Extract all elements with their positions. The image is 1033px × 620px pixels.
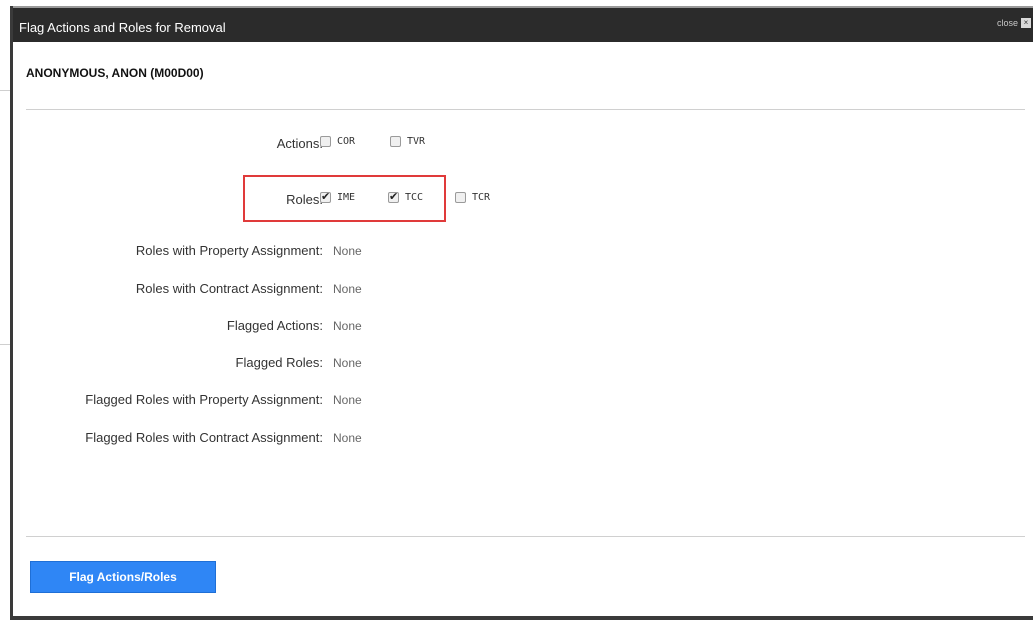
detail-value: None xyxy=(333,393,362,407)
detail-value: None xyxy=(333,356,362,370)
backdrop-divider xyxy=(0,90,10,91)
detail-value: None xyxy=(333,431,362,445)
checkbox-cor[interactable] xyxy=(320,136,331,147)
user-name: ANONYMOUS, ANON (M00D00) xyxy=(26,66,204,80)
action-code-cor[interactable]: COR xyxy=(337,136,355,147)
role-option-tcr[interactable]: TCR xyxy=(455,192,490,203)
detail-label: Flagged Roles with Property Assignment: xyxy=(85,392,323,407)
roles-label: Roles: xyxy=(286,192,323,207)
divider xyxy=(26,109,1025,110)
detail-value: None xyxy=(333,319,362,333)
close-button[interactable]: close × xyxy=(997,18,1031,28)
detail-label: Roles with Contract Assignment: xyxy=(135,281,323,296)
flag-actions-roles-button[interactable]: Flag Actions/Roles xyxy=(30,561,216,593)
actions-label: Actions: xyxy=(276,136,323,151)
close-icon[interactable]: × xyxy=(1021,18,1031,28)
dialog-title: Flag Actions and Roles for Removal xyxy=(19,20,226,35)
divider xyxy=(26,536,1025,537)
action-code-tvr[interactable]: TVR xyxy=(407,136,425,147)
detail-label: Flagged Actions: xyxy=(226,318,323,333)
role-code-ime[interactable]: IME xyxy=(337,192,355,203)
detail-value: None xyxy=(333,282,362,296)
flag-removal-dialog: Flag Actions and Roles for Removal close… xyxy=(10,6,1033,620)
backdrop-divider xyxy=(0,344,10,345)
detail-label: Roles with Property Assignment: xyxy=(135,243,323,258)
checkbox-ime[interactable] xyxy=(320,190,331,203)
action-option-tvr[interactable]: TVR xyxy=(390,136,425,147)
detail-label: Flagged Roles with Contract Assignment: xyxy=(85,430,323,445)
role-code-tcr[interactable]: TCR xyxy=(472,192,490,203)
role-code-tcc[interactable]: TCC xyxy=(405,192,423,203)
checkbox-tcr[interactable] xyxy=(455,192,466,203)
role-option-ime[interactable]: IME xyxy=(320,190,355,203)
checkbox-tcc[interactable] xyxy=(388,190,399,203)
action-option-cor[interactable]: COR xyxy=(320,136,355,147)
checkbox-tvr[interactable] xyxy=(390,136,401,147)
dialog-titlebar: Flag Actions and Roles for Removal close… xyxy=(13,6,1033,42)
close-label[interactable]: close xyxy=(997,18,1018,28)
detail-label: Flagged Roles: xyxy=(235,355,323,370)
role-option-tcc[interactable]: TCC xyxy=(388,190,423,203)
detail-value: None xyxy=(333,244,362,258)
